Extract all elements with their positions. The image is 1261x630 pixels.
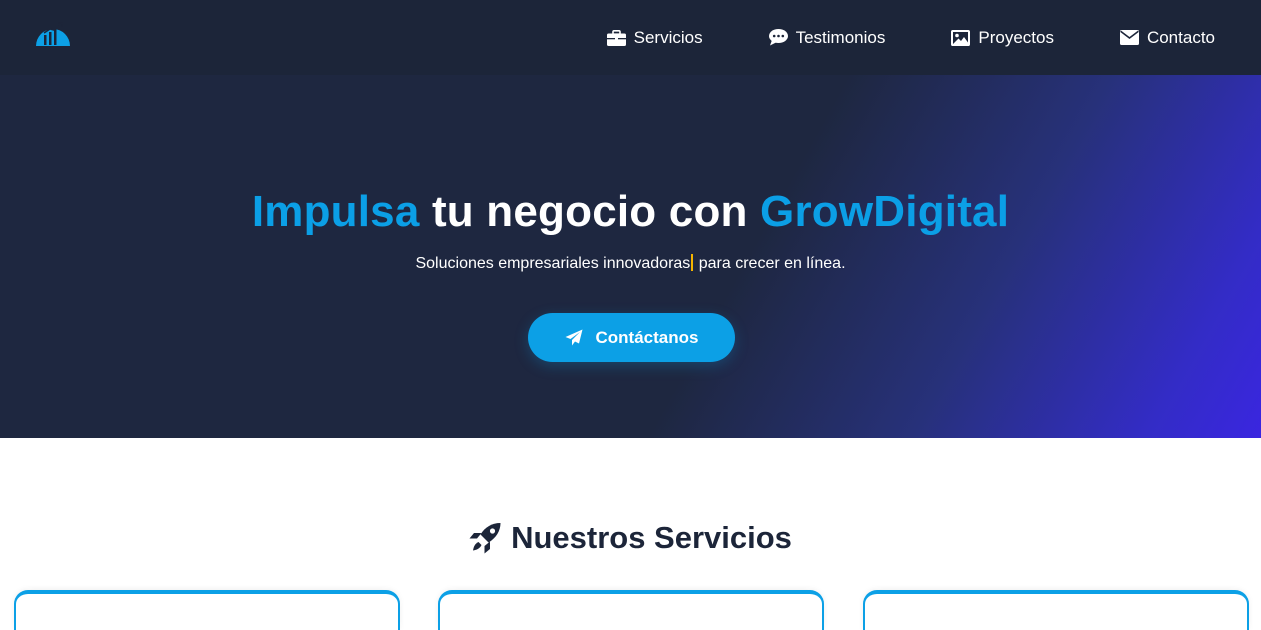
- nav-link-contacto[interactable]: Contacto: [1119, 27, 1215, 48]
- hero-title-middle: tu negocio con: [419, 187, 761, 236]
- hero-title: Impulsa tu negocio con GrowDigital: [0, 187, 1261, 237]
- envelope-icon: [1119, 29, 1139, 47]
- paper-plane-icon: [565, 329, 583, 346]
- nav-link-label: Proyectos: [978, 27, 1054, 47]
- typing-caret: [691, 254, 694, 271]
- hero-subtitle-typed: Soluciones empresariales innovadoras: [415, 255, 691, 272]
- briefcase-icon: [606, 29, 626, 47]
- hero-section: Impulsa tu negocio con GrowDigital Soluc…: [0, 75, 1261, 438]
- hero-subtitle-rest: para crecer en línea.: [694, 255, 846, 272]
- cta-label: Contáctanos: [595, 327, 699, 347]
- hero-title-accent-impulsa: Impulsa: [251, 187, 420, 236]
- service-card[interactable]: [863, 590, 1249, 630]
- services-title-text: Nuestros Servicios: [511, 520, 792, 555]
- hero-subtitle: Soluciones empresariales innovadoras par…: [0, 254, 1261, 273]
- services-title: Nuestros Servicios: [0, 520, 1261, 556]
- main-nav: Servicios Testimonios Proyectos Contacto: [606, 0, 1215, 75]
- nav-link-label: Contacto: [1146, 27, 1215, 47]
- hero-title-accent-brand: GrowDigital: [760, 187, 1010, 236]
- image-icon: [951, 29, 971, 47]
- nav-link-label: Servicios: [633, 27, 703, 47]
- contactanos-button[interactable]: Contáctanos: [528, 313, 735, 362]
- comment-icon: [768, 29, 788, 47]
- rocket-icon: [469, 522, 502, 554]
- nav-link-label: Testimonios: [795, 27, 886, 47]
- top-navbar: Servicios Testimonios Proyectos Contacto: [0, 0, 1261, 75]
- nav-link-servicios[interactable]: Servicios: [606, 27, 703, 48]
- service-card[interactable]: [438, 590, 824, 630]
- growdigital-logo-icon[interactable]: [35, 18, 71, 48]
- service-card[interactable]: [14, 590, 400, 630]
- nav-link-proyectos[interactable]: Proyectos: [951, 28, 1054, 48]
- nav-link-testimonios[interactable]: Testimonios: [768, 27, 886, 48]
- services-section: Nuestros Servicios: [0, 438, 1261, 630]
